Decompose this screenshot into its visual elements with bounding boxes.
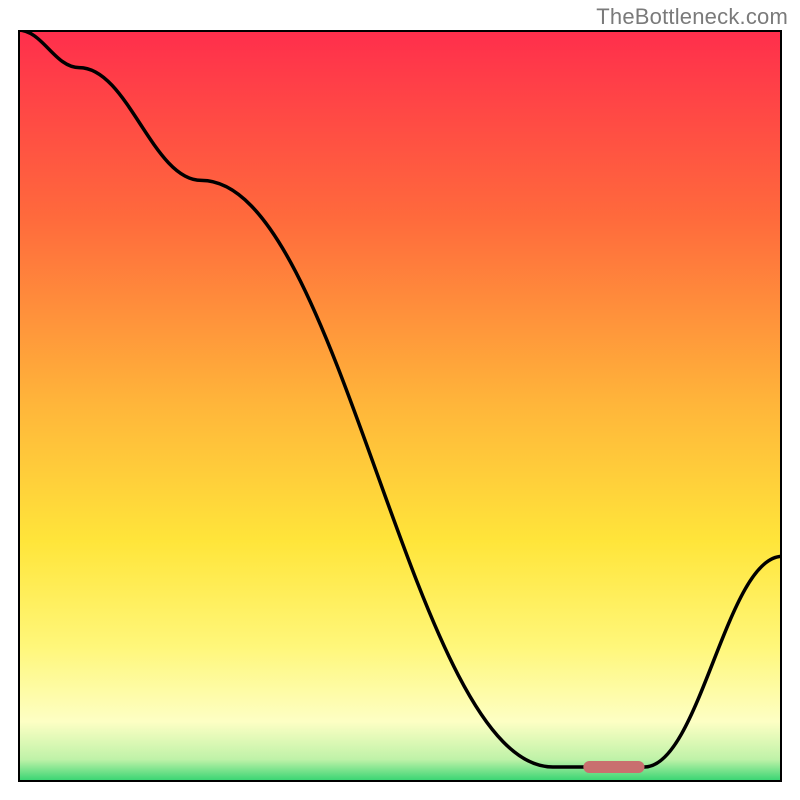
- chart-plot-area: [18, 30, 782, 782]
- gradient-background: [18, 30, 782, 782]
- chart-svg: [18, 30, 782, 782]
- chart-container: TheBottleneck.com: [0, 0, 800, 800]
- watermark-text: TheBottleneck.com: [596, 4, 788, 30]
- valley-marker: [583, 761, 644, 773]
